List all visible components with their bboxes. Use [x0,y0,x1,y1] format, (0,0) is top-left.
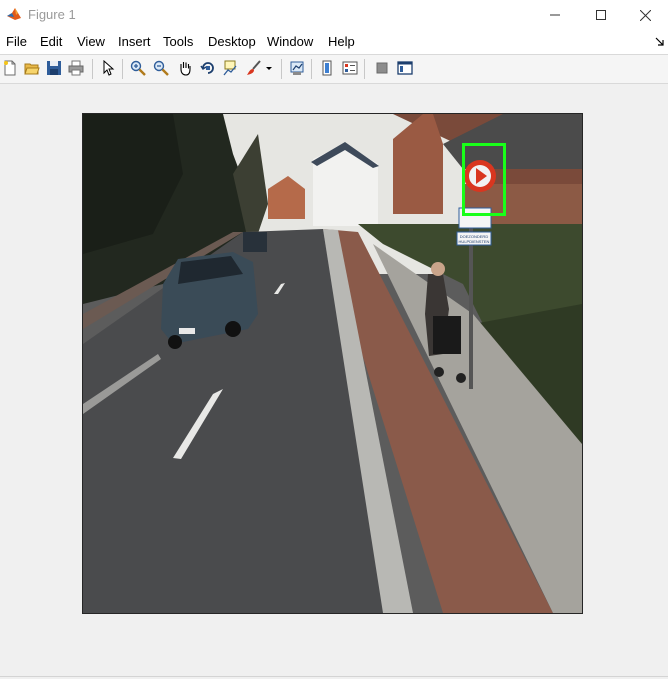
insert-legend-button[interactable] [341,59,359,77]
brush-icon [247,60,261,75]
select-button[interactable] [99,59,117,77]
save-button[interactable] [45,59,63,77]
legend-icon [342,61,358,75]
menu-desktop[interactable]: Desktop [208,34,256,49]
menu-help[interactable]: Help [328,34,355,49]
chevron-down-icon [266,67,272,70]
window-title: Figure 1 [28,7,76,22]
pan-hand-icon [180,62,191,76]
menu-tools[interactable]: Tools [163,34,193,49]
colorbar-icon [322,60,332,76]
save-icon [47,61,61,75]
matlab-logo-icon [6,6,22,22]
insert-colorbar-button[interactable] [318,59,336,77]
detection-bounding-box [462,143,506,216]
close-button[interactable] [622,0,668,30]
link-plot-icon [290,61,304,75]
hide-plot-tools-button[interactable] [373,59,391,77]
brush-button[interactable] [245,59,263,77]
select-pointer-icon [103,60,115,76]
zoom-in-button[interactable] [129,59,147,77]
open-file-icon [24,63,40,75]
maximize-button[interactable] [578,0,624,30]
minimize-button[interactable] [532,0,578,30]
figure-toolbar [0,54,668,84]
menu-edit[interactable]: Edit [40,34,62,49]
menu-view[interactable]: View [77,34,105,49]
street-scene-image: DOEZONDERD HULPDIENSTEN [83,114,582,613]
toolbar-separator [92,59,93,79]
hide-plot-tools-icon [376,62,388,74]
data-cursor-button[interactable] [221,59,239,77]
window-bottom-edge [0,676,668,677]
show-plot-tools-icon [397,61,413,75]
open-file-button[interactable] [23,59,41,77]
dock-arrow-icon[interactable] [655,37,664,46]
menu-file[interactable]: File [6,34,27,49]
menu-bar: File Edit View Insert Tools Desktop Wind… [0,30,668,54]
menu-window[interactable]: Window [267,34,313,49]
toolbar-separator [281,59,282,79]
zoom-out-icon [153,60,169,76]
close-icon [639,9,651,21]
rotate-3d-button[interactable] [199,59,217,77]
toolbar-separator [122,59,123,79]
new-figure-button[interactable] [1,59,19,77]
maximize-icon [596,10,606,20]
menu-insert[interactable]: Insert [118,34,151,49]
toolbar-separator [364,59,365,79]
link-plot-button[interactable] [288,59,306,77]
zoom-in-icon [130,60,146,76]
image-axes[interactable]: DOEZONDERD HULPDIENSTEN [82,113,583,614]
show-plot-tools-button[interactable] [396,59,414,77]
brush-dropdown[interactable] [263,59,275,77]
pan-button[interactable] [176,59,194,77]
title-bar: Figure 1 [0,0,668,30]
data-cursor-icon [223,60,237,76]
zoom-out-button[interactable] [152,59,170,77]
new-figure-icon [4,60,16,76]
sign-text-2: HULPDIENSTEN [459,239,490,244]
print-icon [68,60,84,76]
rotate-3d-icon [200,62,214,74]
print-button[interactable] [67,59,85,77]
minimize-icon [550,14,560,16]
toolbar-separator [311,59,312,79]
